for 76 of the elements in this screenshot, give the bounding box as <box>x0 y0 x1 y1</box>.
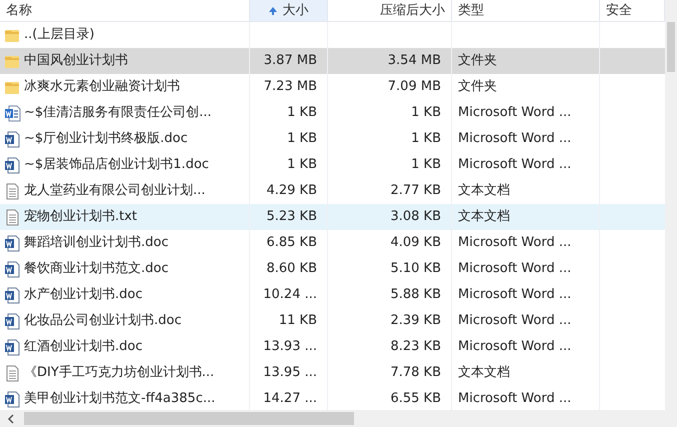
file-name: ~$居装饰品店创业计划书1.doc <box>24 156 209 174</box>
column-header[interactable]: 类型 <box>452 0 600 21</box>
scrollbar-thumb[interactable] <box>667 22 675 72</box>
file-row[interactable]: ~$佳清洁服务有限责任公司创... 1 KB 1 KB Microsoft Word ... <box>0 100 665 126</box>
file-name: 红酒创业计划书.doc <box>24 338 142 356</box>
sort-ascending-icon <box>268 6 276 14</box>
file-row[interactable]: 冰爽水元素创业融资计划书 7.23 MB 7.09 MB 文件夹 <box>0 74 665 100</box>
compressed-size: 5.10 KB <box>390 260 441 278</box>
file-type: Microsoft Word ... <box>458 156 572 174</box>
file-name: 水产创业计划书.doc <box>24 286 142 304</box>
file-size: 11 KB <box>278 312 317 330</box>
file-size: 7.23 MB <box>264 78 317 96</box>
file-row[interactable]: 《DIY手工巧克力坊创业计划书... 13.95 ... 7.78 KB 文本文档 <box>0 360 665 386</box>
file-name: 《DIY手工巧克力坊创业计划书... <box>24 364 214 382</box>
file-type: Microsoft Word ... <box>458 390 572 408</box>
file-row[interactable]: 红酒创业计划书.doc 13.93 ... 8.23 KB Microsoft Word ... <box>0 334 665 360</box>
file-type: Microsoft Word ... <box>458 234 572 252</box>
file-row[interactable]: 宠物创业计划书.txt 5.23 KB 3.08 KB 文本文档 <box>0 204 665 230</box>
scrollbar-thumb[interactable] <box>24 412 354 425</box>
compressed-size: 4.09 KB <box>390 234 441 252</box>
compressed-size: 1 KB <box>411 104 441 122</box>
file-row[interactable]: 舞蹈培训创业计划书.doc 6.85 KB 4.09 KB Microsoft Word ... <box>0 230 665 256</box>
scroll-left-icon[interactable] <box>6 414 16 424</box>
file-row[interactable]: 中国风创业计划书 3.87 MB 3.54 MB 文件夹 <box>0 48 665 74</box>
file-size: 5.23 KB <box>266 208 317 226</box>
compressed-size: 3.08 KB <box>390 208 441 226</box>
file-type: Microsoft Word ... <box>458 338 572 356</box>
file-row[interactable]: 餐饮商业计划书范文.doc 8.60 KB 5.10 KB Microsoft Word ... <box>0 256 665 282</box>
file-name: 冰爽水元素创业融资计划书 <box>24 78 180 96</box>
file-size: 13.93 ... <box>263 338 317 356</box>
file-name: ~$厅创业计划书终极版.doc <box>24 130 188 148</box>
file-row[interactable]: 化妆品公司创业计划书.doc 11 KB 2.39 KB Microsoft Word ... <box>0 308 665 334</box>
file-name: 美甲创业计划书范文-ff4a385c... <box>24 390 216 408</box>
compressed-size: 7.78 KB <box>390 364 441 382</box>
compressed-size: 2.77 KB <box>390 182 441 200</box>
file-size: 6.85 KB <box>266 234 317 252</box>
compressed-size: 1 KB <box>411 130 441 148</box>
column-header[interactable]: 大小 <box>250 0 328 21</box>
file-row[interactable]: 水产创业计划书.doc 10.24 ... 5.88 KB Microsoft Word ... <box>0 282 665 308</box>
file-size: 14.27 ... <box>263 390 317 408</box>
file-type: 文件夹 <box>458 78 497 96</box>
compressed-size: 5.88 KB <box>390 286 441 304</box>
file-type: 文本文档 <box>458 208 510 226</box>
file-type: 文件夹 <box>458 52 497 70</box>
compressed-size: 7.09 MB <box>388 78 441 96</box>
file-name: 宠物创业计划书.txt <box>24 208 138 226</box>
file-name: 化妆品公司创业计划书.doc <box>24 312 182 330</box>
compressed-size: 6.55 KB <box>390 390 441 408</box>
file-size: 8.60 KB <box>266 260 317 278</box>
file-name: 龙人堂药业有限公司创业计划... <box>24 182 206 200</box>
file-row[interactable]: ~$厅创业计划书终极版.doc 1 KB 1 KB Microsoft Word ... <box>0 126 665 152</box>
file-size: 1 KB <box>287 130 317 148</box>
file-size: 4.29 KB <box>266 182 317 200</box>
file-type: Microsoft Word ... <box>458 104 572 122</box>
column-header[interactable]: 压缩后大小 <box>328 0 452 21</box>
compressed-size: 1 KB <box>411 156 441 174</box>
file-type: Microsoft Word ... <box>458 260 572 278</box>
parent-folder-link: ..(上层目录) <box>24 26 94 44</box>
file-size: 10.24 ... <box>263 286 317 304</box>
file-size: 3.87 MB <box>264 52 317 70</box>
file-type: 文本文档 <box>458 182 510 200</box>
file-size: 1 KB <box>287 156 317 174</box>
file-name: ~$佳清洁服务有限责任公司创... <box>24 104 212 122</box>
file-size: 1 KB <box>287 104 317 122</box>
file-name: 中国风创业计划书 <box>24 52 128 70</box>
compressed-size: 2.39 KB <box>390 312 441 330</box>
file-row[interactable]: ~$居装饰品店创业计划书1.doc 1 KB 1 KB Microsoft Word ... <box>0 152 665 178</box>
compressed-size: 3.54 MB <box>388 52 441 70</box>
file-type: Microsoft Word ... <box>458 286 572 304</box>
file-type: 文本文档 <box>458 364 510 382</box>
file-name: 餐饮商业计划书范文.doc <box>24 260 168 278</box>
file-size: 13.95 ... <box>263 364 317 382</box>
compressed-size: 8.23 KB <box>390 338 441 356</box>
file-name: 舞蹈培训创业计划书.doc <box>24 234 168 252</box>
file-type: Microsoft Word ... <box>458 130 572 148</box>
file-type: Microsoft Word ... <box>458 312 572 330</box>
